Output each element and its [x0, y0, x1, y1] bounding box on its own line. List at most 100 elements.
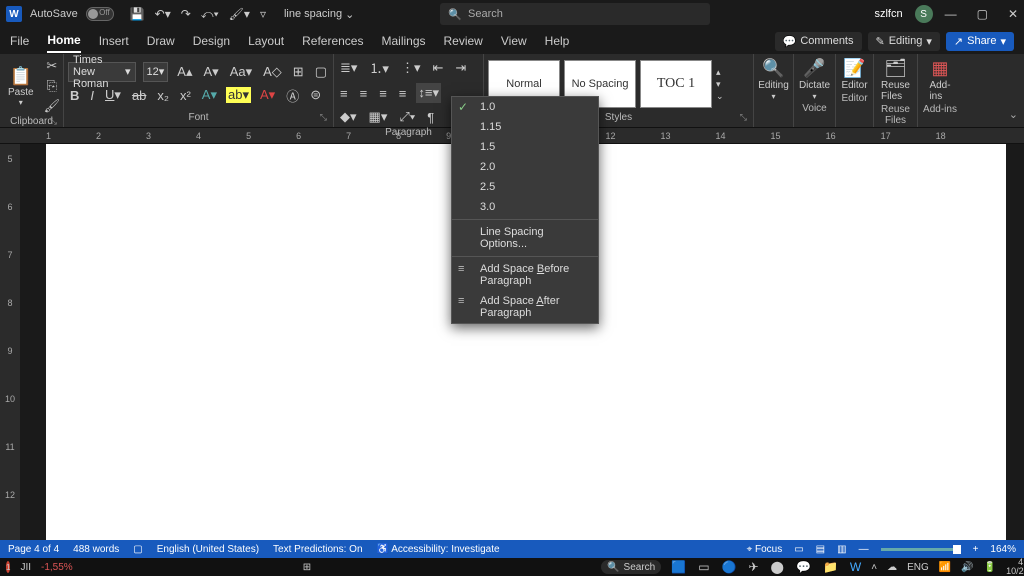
- view-print-icon[interactable]: ▤: [816, 544, 825, 555]
- tray-clock[interactable]: 4:33 AM 10/27/2023: [1006, 558, 1024, 576]
- taskbar-app-icon[interactable]: 🟦: [671, 560, 686, 574]
- tray-volume-icon[interactable]: 🔊: [961, 562, 973, 573]
- line-spacing-2-0[interactable]: 2.0: [452, 157, 598, 177]
- bullets-icon[interactable]: ≣▾: [338, 58, 359, 78]
- line-spacing-1-5[interactable]: 1.5: [452, 137, 598, 157]
- align-center-icon[interactable]: ≡: [358, 84, 370, 103]
- vertical-ruler[interactable]: 56789101112: [0, 144, 20, 542]
- align-right-icon[interactable]: ≡: [377, 84, 389, 103]
- borders-icon[interactable]: ▦▾: [367, 107, 390, 127]
- user-avatar[interactable]: S: [915, 5, 933, 23]
- tray-wifi-icon[interactable]: 📶: [939, 562, 951, 573]
- collapse-ribbon-icon[interactable]: ⌄: [1009, 108, 1018, 121]
- line-spacing-2-5[interactable]: 2.5: [452, 177, 598, 197]
- font-size-combo[interactable]: 12▾: [143, 62, 169, 82]
- redo-icon[interactable]: ↷: [181, 7, 191, 21]
- tab-view[interactable]: View: [501, 30, 527, 52]
- tab-mailings[interactable]: Mailings: [381, 30, 425, 52]
- styles-up-icon[interactable]: ▴: [716, 67, 724, 78]
- copy-icon[interactable]: ⎘: [45, 76, 59, 96]
- sort-icon[interactable]: ⤢▾: [397, 107, 417, 127]
- tab-design[interactable]: Design: [193, 30, 230, 52]
- strikethrough-button[interactable]: ab: [130, 86, 148, 105]
- line-spacing-options[interactable]: Line Spacing Options...: [452, 222, 598, 254]
- taskbar-chrome-icon[interactable]: ⬤: [771, 560, 784, 574]
- italic-button[interactable]: I: [88, 86, 96, 105]
- styles-more-icon[interactable]: ⌄: [716, 91, 724, 102]
- tab-review[interactable]: Review: [444, 30, 483, 52]
- zoom-in-icon[interactable]: +: [973, 544, 979, 555]
- qat-brush-icon[interactable]: 🖌▾: [229, 7, 250, 21]
- language-status[interactable]: English (United States): [157, 544, 259, 555]
- line-spacing-1-15[interactable]: 1.15: [452, 117, 598, 137]
- superscript-button[interactable]: x²: [178, 86, 193, 105]
- taskbar-search[interactable]: 🔍 Search: [601, 560, 661, 574]
- numbering-icon[interactable]: ⒈▾: [367, 56, 391, 79]
- line-spacing-1-0[interactable]: ✓1.0: [452, 97, 598, 117]
- view-web-icon[interactable]: ▥: [837, 544, 846, 555]
- addins-button[interactable]: ▦ Add-ins: [922, 56, 958, 104]
- tab-draw[interactable]: Draw: [147, 30, 175, 52]
- zoom-level[interactable]: 164%: [990, 544, 1016, 555]
- minimize-button[interactable]: —: [945, 7, 957, 21]
- clear-formatting-icon[interactable]: A◇: [261, 62, 284, 82]
- bold-button[interactable]: B: [68, 86, 81, 105]
- decrease-indent-icon[interactable]: ⇤: [430, 58, 445, 78]
- style-toc1[interactable]: TOC 1: [640, 60, 712, 108]
- taskbar-word-icon[interactable]: W: [850, 560, 861, 574]
- shrink-font-icon[interactable]: A▾: [201, 62, 220, 82]
- comments-button[interactable]: 💬 Comments: [775, 32, 862, 51]
- add-space-after[interactable]: ≡Add Space After Paragraph: [452, 291, 598, 323]
- qat-dropdown-icon[interactable]: ▿: [260, 7, 266, 21]
- text-predictions-status[interactable]: Text Predictions: On: [273, 544, 362, 555]
- cut-icon[interactable]: ✂: [44, 56, 59, 76]
- focus-mode[interactable]: ⌖ Focus: [747, 544, 783, 555]
- subscript-button[interactable]: x₂: [155, 86, 171, 105]
- accessibility-status[interactable]: ♿ Accessibility: Investigate: [377, 544, 500, 555]
- taskbar-telegram-icon[interactable]: ✈: [748, 560, 758, 574]
- taskbar-folder-icon[interactable]: 📁: [823, 560, 838, 574]
- char-shading-icon[interactable]: Ⓐ: [284, 84, 301, 107]
- taskbar-whatsapp-icon[interactable]: 💬: [796, 560, 811, 574]
- add-space-before[interactable]: ≡Add Space Before Paragraph: [452, 259, 598, 291]
- clipboard-launcher-icon[interactable]: ⤡: [50, 116, 57, 127]
- highlight-icon[interactable]: ab▾: [226, 87, 251, 103]
- styles-launcher-icon[interactable]: ⤡: [740, 112, 747, 123]
- view-read-icon[interactable]: ▭: [794, 544, 803, 555]
- autosave-toggle[interactable]: Off: [86, 7, 114, 21]
- change-case-icon[interactable]: Aa▾: [228, 62, 254, 82]
- paste-button[interactable]: 📋 Paste▾: [4, 64, 38, 109]
- reuse-files-button[interactable]: 🗂 Reuse Files: [878, 56, 913, 104]
- maximize-button[interactable]: ▢: [977, 7, 988, 21]
- show-marks-icon[interactable]: ¶: [425, 108, 436, 127]
- line-spacing-3-0[interactable]: 3.0: [452, 197, 598, 217]
- text-effects-icon[interactable]: A▾: [200, 85, 219, 105]
- increase-indent-icon[interactable]: ⇥: [453, 58, 468, 78]
- taskbar-stock[interactable]: -1,55%: [41, 562, 73, 573]
- tray-lang[interactable]: ENG: [907, 562, 929, 573]
- align-left-icon[interactable]: ≡: [338, 84, 350, 103]
- tab-layout[interactable]: Layout: [248, 30, 284, 52]
- phonetic-icon[interactable]: ⊞: [291, 62, 306, 82]
- grow-font-icon[interactable]: A▴: [175, 62, 194, 82]
- zoom-slider[interactable]: [881, 548, 961, 551]
- tab-home[interactable]: Home: [47, 29, 80, 53]
- tray-cloud-icon[interactable]: ☁: [887, 562, 897, 573]
- editing-mode-button[interactable]: ✎ Editing ▾: [868, 32, 940, 51]
- underline-button[interactable]: U▾: [103, 85, 123, 105]
- styles-down-icon[interactable]: ▾: [716, 79, 724, 90]
- justify-icon[interactable]: ≡: [397, 84, 409, 103]
- editor-button[interactable]: 📝 Editor: [840, 56, 869, 93]
- tab-references[interactable]: References: [302, 30, 363, 52]
- format-painter-icon[interactable]: 🖌: [42, 96, 63, 116]
- spellcheck-icon[interactable]: ▢: [133, 544, 142, 555]
- page-count[interactable]: Page 4 of 4: [8, 544, 59, 555]
- tray-chevron-icon[interactable]: ˄: [871, 562, 877, 573]
- taskbar-explorer-icon[interactable]: ▭: [698, 560, 709, 574]
- save-icon[interactable]: 💾: [130, 7, 145, 21]
- shading-icon[interactable]: ◆▾: [338, 107, 359, 127]
- enclose-icon[interactable]: ⊜: [308, 85, 323, 105]
- document-title[interactable]: line spacing⌄: [284, 8, 354, 21]
- font-color-icon[interactable]: A▾: [258, 85, 277, 105]
- start-button[interactable]: ⊞: [303, 562, 311, 573]
